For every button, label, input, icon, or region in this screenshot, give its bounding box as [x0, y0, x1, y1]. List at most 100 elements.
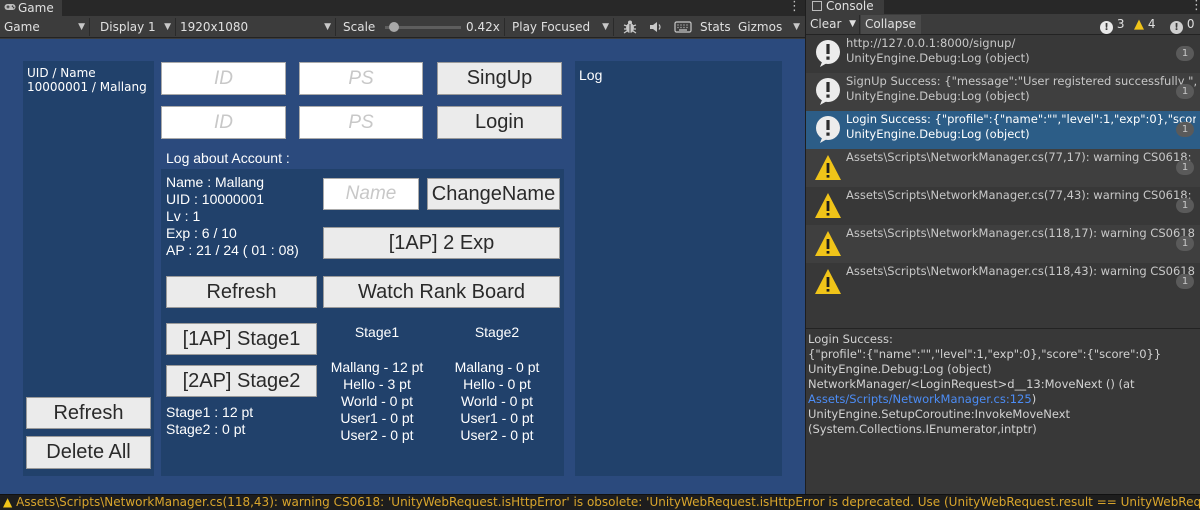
detail-line: UnityEngine.SetupCoroutine:InvokeMoveNex… — [808, 407, 1071, 421]
rank-stage1-title: Stage1 — [354, 324, 400, 340]
message-count-toggle[interactable]: ! 0 — [1166, 15, 1200, 34]
info-bubble-icon — [814, 38, 842, 68]
log-panel: Log — [575, 61, 782, 476]
stage1-button[interactable]: [1AP] Stage1 — [166, 323, 317, 355]
watch-rank-board-button[interactable]: Watch Rank Board — [323, 276, 560, 308]
gizmos-label: Gizmos — [738, 20, 783, 34]
signup-button[interactable]: SingUp — [437, 62, 562, 95]
detail-line: {"profile":{"name":"","level":1,"exp":0}… — [808, 347, 1162, 361]
console-entry-count-badge: 1 — [1176, 198, 1194, 213]
game-panel: Game ⋮ Game ▼ Display 1 ▼ 1920x1080 ▼ Sc… — [0, 0, 805, 494]
console-entry-count-badge: 1 — [1176, 236, 1194, 251]
stage2-button[interactable]: [2AP] Stage2 — [166, 365, 317, 397]
warning-icon: ▲ — [1134, 17, 1144, 32]
detail-line: UnityEngine.Debug:Log (object) — [808, 362, 992, 376]
account-exp: Exp : 6 / 10 — [166, 225, 237, 241]
console-entry-text: Assets\Scripts\NetworkManager.cs(118,43)… — [846, 264, 1196, 279]
login-password-input[interactable]: PS — [299, 106, 423, 139]
display-select-value: Display 1 — [100, 20, 156, 34]
delete-all-button[interactable]: Delete All — [26, 436, 151, 469]
user-list-refresh-button[interactable]: Refresh — [26, 397, 151, 429]
info-bubble-icon: ! — [1100, 21, 1113, 34]
resolution-select-value: 1920x1080 — [180, 20, 249, 34]
play-mode-select[interactable]: Play Focused ▼ — [508, 18, 614, 36]
account-uid: UID : 10000001 — [166, 191, 265, 207]
tab-console[interactable]: Console — [806, 0, 884, 14]
console-entry-text: SignUp Success: {"message":"User registe… — [846, 74, 1196, 104]
account-ap: AP : 21 / 24 ( 01 : 08) — [166, 242, 299, 258]
login-button[interactable]: Login — [437, 106, 562, 139]
login-id-input[interactable]: ID — [161, 106, 286, 139]
console-entry[interactable]: Assets\Scripts\NetworkManager.cs(77,17):… — [806, 149, 1200, 187]
speaker-icon[interactable] — [648, 19, 664, 38]
console-entry[interactable]: http://127.0.0.1:8000/signup/UnityEngine… — [806, 35, 1200, 73]
account-log-title: Log about Account : — [166, 150, 290, 166]
error-count: 3 — [1116, 17, 1125, 31]
console-entry-list: http://127.0.0.1:8000/signup/UnityEngine… — [806, 35, 1200, 327]
console-entry-message: Assets\Scripts\NetworkManager.cs(77,43):… — [846, 188, 1196, 202]
console-entry[interactable]: Assets\Scripts\NetworkManager.cs(118,43)… — [806, 263, 1200, 301]
user-list-header: UID / Name — [27, 66, 96, 80]
console-entry[interactable]: Login Success: {"profile":{"name":"","le… — [806, 111, 1200, 149]
display-select[interactable]: Display 1 ▼ — [96, 18, 176, 36]
console-menu-kebab-icon[interactable]: ⋮ — [1190, 0, 1200, 13]
info-bubble-icon — [814, 76, 842, 106]
signup-password-input[interactable]: PS — [299, 62, 423, 95]
warning-icon — [814, 152, 842, 182]
detail-line: ) — [1031, 392, 1037, 406]
console-entry-count-badge: 1 — [1176, 46, 1194, 61]
detail-line: (System.Collections.IEnumerator,intptr) — [808, 422, 1037, 436]
gain-exp-button[interactable]: [1AP] 2 Exp — [323, 227, 560, 259]
console-entry-stack: UnityEngine.Debug:Log (object) — [846, 127, 1030, 141]
account-name: Name : Mallang — [166, 174, 265, 190]
account-level: Lv : 1 — [166, 208, 201, 224]
tab-game[interactable]: Game — [0, 0, 62, 16]
rank-row: User1 - 0 pt — [460, 410, 534, 426]
console-entry[interactable]: SignUp Success: {"message":"User registe… — [806, 73, 1200, 111]
rank-stage2-list: Mallang - 0 pt Hello - 0 pt World - 0 pt Us… — [437, 359, 557, 444]
rank-stage1-list: Mallang - 12 pt Hello - 3 pt World - 0 pt U… — [317, 359, 437, 444]
chevron-down-icon: ▼ — [324, 22, 331, 32]
scale-label: Scale — [343, 20, 376, 34]
rank-row: Hello - 3 pt — [343, 376, 411, 392]
error-count-toggle[interactable]: ! 3 — [1096, 15, 1130, 34]
clear-dropdown[interactable]: Clear ▼ — [806, 15, 860, 34]
error-icon: ! — [1170, 21, 1183, 34]
signup-id-input[interactable]: ID — [161, 62, 286, 95]
gizmos-dropdown[interactable]: Gizmos ▼ — [734, 18, 804, 36]
account-refresh-button[interactable]: Refresh — [166, 276, 317, 308]
collapse-toggle[interactable]: Collapse — [861, 15, 921, 34]
console-entry-message: http://127.0.0.1:8000/signup/ — [846, 36, 1016, 50]
warning-icon — [814, 228, 842, 258]
console-entry-text: Assets\Scripts\NetworkManager.cs(118,17)… — [846, 226, 1196, 241]
console-entry[interactable]: Assets\Scripts\NetworkManager.cs(77,43):… — [806, 187, 1200, 225]
console-detail-pane: Login Success: {"profile":{"name":"","lev… — [806, 328, 1200, 494]
console-entry-stack: UnityEngine.Debug:Log (object) — [846, 89, 1030, 103]
scale-slider-group: Scale 0.42x — [339, 18, 505, 36]
console-entry-text: Assets\Scripts\NetworkManager.cs(77,43):… — [846, 188, 1196, 203]
change-name-input[interactable]: Name — [323, 178, 419, 210]
info-bubble-icon — [814, 114, 842, 144]
source-link[interactable]: Assets/Scripts/NetworkManager.cs:125 — [808, 392, 1032, 406]
rank-row: World - 0 pt — [460, 393, 534, 409]
console-panel: Console ⋮ Clear ▼ Collapse ! 3 ▲ 4 ! 0 h… — [806, 0, 1200, 494]
console-entry-text: Login Success: {"profile":{"name":"","le… — [846, 112, 1196, 142]
keyboard-icon[interactable] — [674, 19, 692, 38]
warning-count-toggle[interactable]: ▲ 4 — [1130, 15, 1166, 34]
warning-icon — [814, 190, 842, 220]
detail-line: Login Success: — [808, 332, 893, 346]
scale-slider-handle[interactable] — [388, 22, 399, 32]
change-name-button[interactable]: ChangeName — [427, 178, 560, 210]
resolution-select[interactable]: 1920x1080 ▼ — [176, 18, 336, 36]
tab-game-label: Game — [18, 1, 54, 15]
status-bar[interactable]: ▲ Assets\Scripts\NetworkManager.cs(118,4… — [0, 494, 1200, 510]
rank-row: Mallang - 0 pt — [454, 359, 540, 375]
view-select[interactable]: Game ▼ — [0, 18, 90, 36]
game-menu-kebab-icon[interactable]: ⋮ — [788, 0, 801, 14]
console-entry-count-badge: 1 — [1176, 160, 1194, 175]
console-entry[interactable]: Assets\Scripts\NetworkManager.cs(118,17)… — [806, 225, 1200, 263]
console-entry-message: SignUp Success: {"message":"User registe… — [846, 74, 1196, 88]
stage2-score: Stage2 : 0 pt — [166, 421, 246, 437]
stats-button[interactable]: Stats — [696, 18, 734, 36]
bug-icon[interactable] — [622, 19, 638, 38]
